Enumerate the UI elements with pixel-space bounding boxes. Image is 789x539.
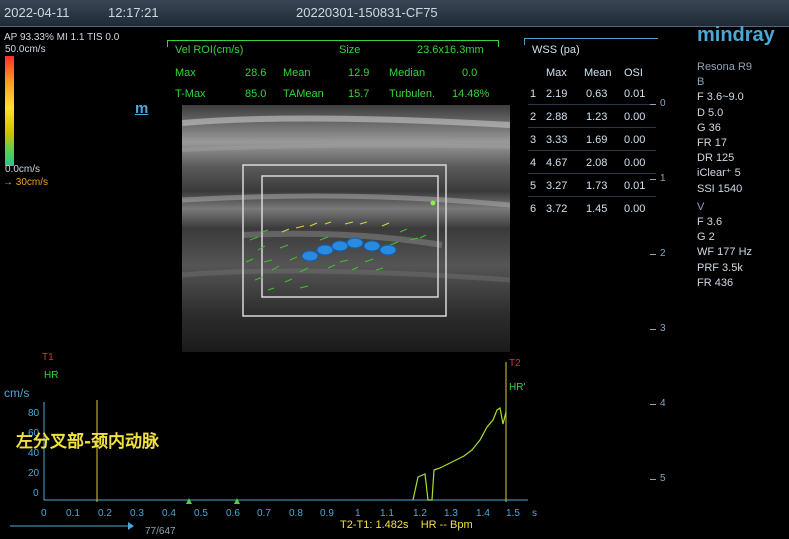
- x-tick: 1.3: [444, 508, 458, 519]
- t2-marker: T2: [509, 358, 521, 369]
- y-tick: 80: [28, 408, 40, 419]
- depth-label: 2: [660, 248, 666, 259]
- depth-tick: [650, 179, 656, 180]
- depth-tick: [650, 404, 656, 405]
- x-tick: 1: [355, 508, 361, 519]
- depth-label: 0: [660, 98, 666, 109]
- depth-tick: [650, 479, 656, 480]
- x-tick: 1.5: [506, 508, 520, 519]
- y-tick: 0: [33, 488, 39, 499]
- color-box[interactable]: [242, 164, 447, 317]
- x-tick: 0.5: [194, 508, 208, 519]
- hr-left-label: HR: [44, 370, 59, 381]
- x-tick: 0: [41, 508, 47, 519]
- depth-tick: [650, 254, 656, 255]
- depth-label: 1: [660, 173, 666, 184]
- vessel-caption: 左分叉部-颈内动脉: [16, 432, 160, 452]
- x-tick: 0.2: [98, 508, 112, 519]
- wss-segments: [301, 237, 397, 262]
- x-tick: 0.7: [257, 508, 271, 519]
- y-tick: 20: [28, 468, 40, 479]
- depth-scale: 0 1 2 3 4 5: [650, 98, 690, 490]
- x-tick: 0.3: [130, 508, 144, 519]
- x-tick: 0.6: [226, 508, 240, 519]
- depth-tick: [650, 104, 656, 105]
- depth-label: 3: [660, 323, 666, 334]
- velocity-unit: cm/s: [4, 386, 30, 400]
- x-tick: 1.2: [413, 508, 427, 519]
- t1-marker: T1: [42, 352, 54, 363]
- frame-counter: 77/647: [145, 526, 176, 537]
- x-tick: 0.8: [289, 508, 303, 519]
- x-tick: 0.1: [66, 508, 80, 519]
- flow-vectors-yellow: [281, 221, 390, 233]
- x-tick: 1.4: [476, 508, 490, 519]
- roi-box[interactable]: [261, 175, 439, 298]
- roi-handle[interactable]: [430, 200, 436, 206]
- depth-label: 5: [660, 473, 666, 484]
- x-tick: 0.4: [162, 508, 176, 519]
- x-unit: s: [532, 508, 537, 519]
- depth-tick: [650, 329, 656, 330]
- flow-vectors: [245, 228, 427, 291]
- x-tick: 0.9: [320, 508, 334, 519]
- depth-label: 4: [660, 398, 666, 409]
- hr-right-label: HR': [509, 382, 526, 393]
- x-tick: 1.1: [380, 508, 394, 519]
- timing-status: T2-T1: 1.482s HR -- Bpm: [340, 519, 473, 531]
